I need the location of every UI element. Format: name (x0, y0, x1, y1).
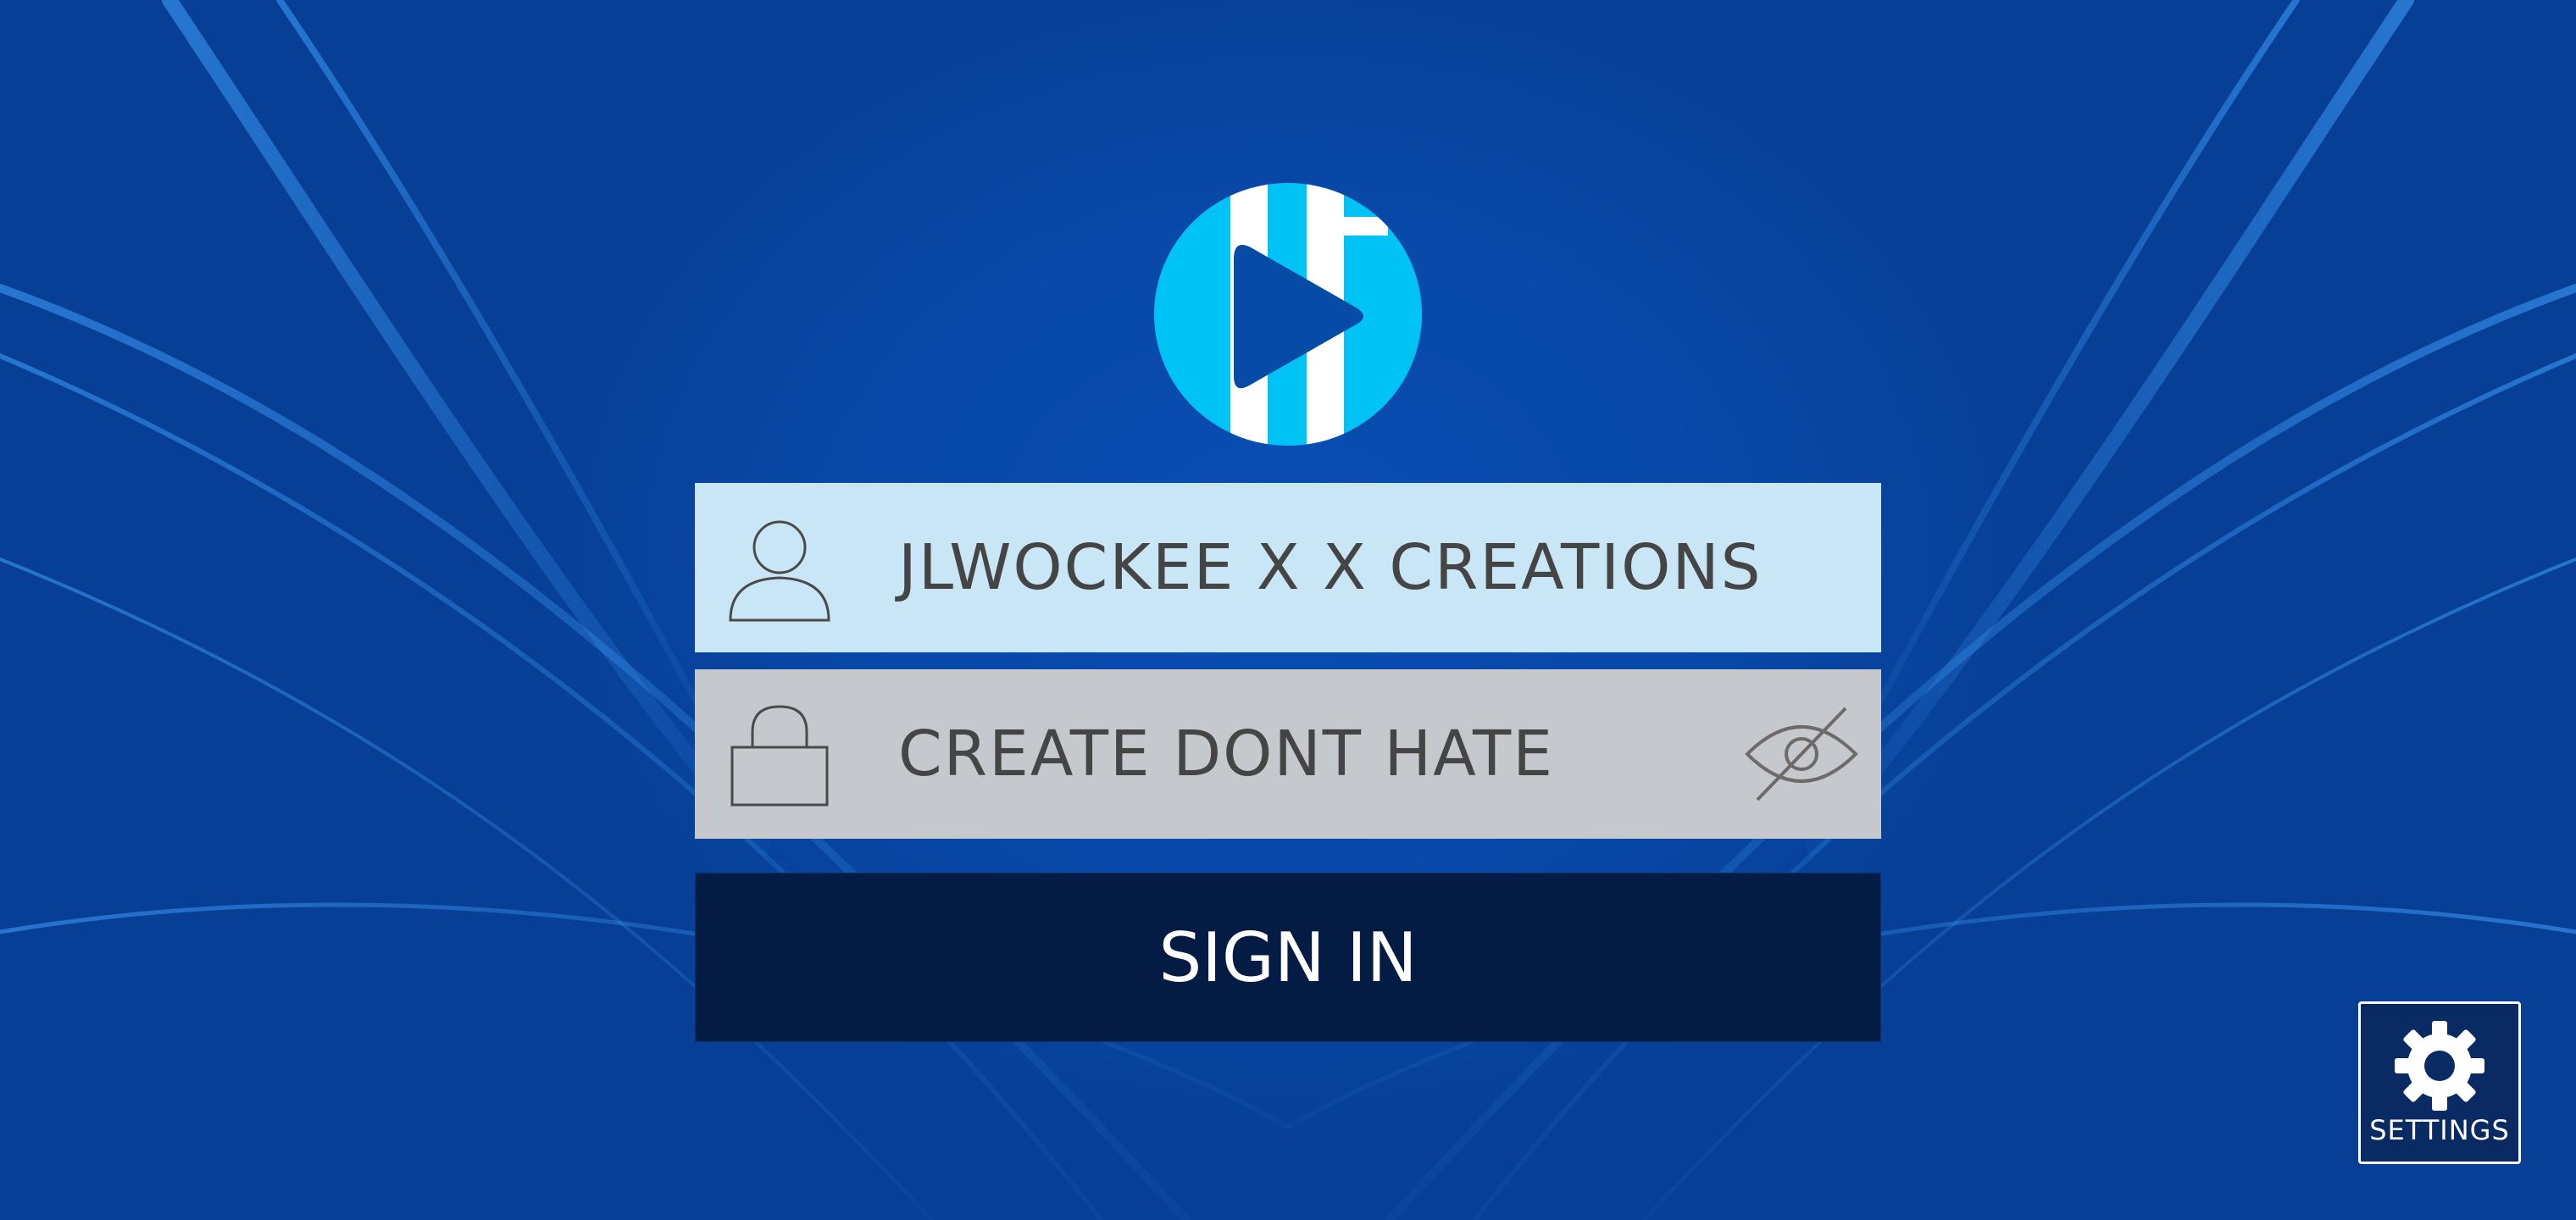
eye-slash-icon[interactable] (1742, 705, 1861, 807)
lock-icon (730, 705, 829, 807)
username-field[interactable]: JLWOCKEE X X CREATIONS (695, 483, 1881, 652)
password-field[interactable]: CREATE DONT HATE (695, 669, 1881, 839)
username-value: JLWOCKEE X X CREATIONS (898, 531, 1763, 604)
settings-button[interactable]: SETTINGS (2358, 1001, 2521, 1164)
gear-icon (2395, 1021, 2484, 1111)
settings-label: SETTINGS (2369, 1114, 2510, 1146)
sign-in-button[interactable]: SIGN IN (695, 873, 1881, 1042)
user-icon (729, 520, 830, 622)
password-value: CREATE DONT HATE (898, 718, 1554, 790)
play-logo-icon (1154, 183, 1422, 446)
